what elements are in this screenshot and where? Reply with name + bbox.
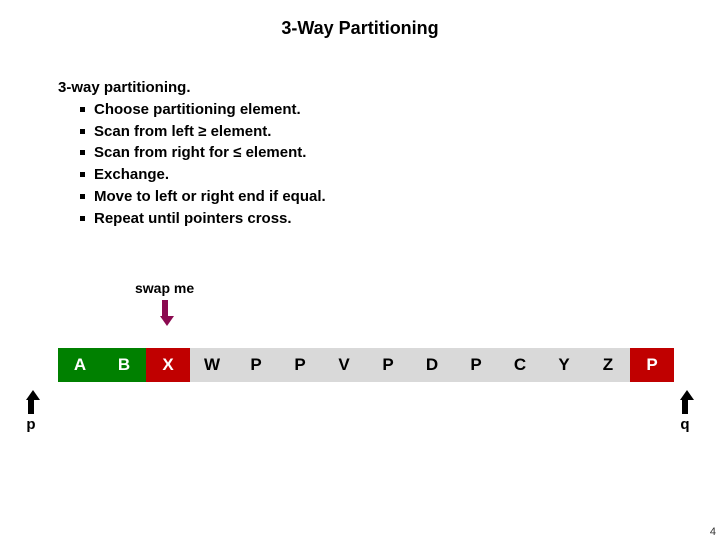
array-cell: A — [58, 348, 102, 382]
array-cell: B — [102, 348, 146, 382]
array-cell: V — [322, 348, 366, 382]
swap-annotation: swap me — [135, 280, 194, 326]
up-arrow-icon — [26, 390, 36, 414]
array-cell: Y — [542, 348, 586, 382]
array-cell: W — [190, 348, 234, 382]
section-heading: 3-way partitioning. — [58, 77, 720, 99]
swap-label: swap me — [135, 280, 194, 296]
array-cell: P — [630, 348, 674, 382]
bullet-item: Choose partitioning element. — [80, 99, 720, 121]
pointer-q: q — [680, 390, 690, 433]
array-row: ABXWPPVPDPCYZP — [58, 348, 674, 382]
pointer-p-label: p — [26, 416, 36, 433]
bullet-item: Move to left or right end if equal. — [80, 186, 720, 208]
page-title: 3-Way Partitioning — [0, 0, 720, 39]
array-cell: P — [454, 348, 498, 382]
bullet-item: Exchange. — [80, 164, 720, 186]
bullet-item: Scan from left ≥ element. — [80, 121, 720, 143]
up-arrow-icon — [680, 390, 690, 414]
array-cell: C — [498, 348, 542, 382]
pointer-q-label: q — [680, 416, 690, 433]
array-cell: P — [278, 348, 322, 382]
array-cell: Z — [586, 348, 630, 382]
array-cell: D — [410, 348, 454, 382]
array-cell: P — [366, 348, 410, 382]
array-cell: P — [234, 348, 278, 382]
bullet-list: Choose partitioning element. Scan from l… — [80, 99, 720, 230]
array-cell: X — [146, 348, 190, 382]
down-arrow-icon — [160, 300, 170, 326]
content-block: 3-way partitioning. Choose partitioning … — [58, 77, 720, 229]
bullet-item: Repeat until pointers cross. — [80, 208, 720, 230]
pointer-p: p — [26, 390, 36, 433]
page-number: 4 — [710, 526, 716, 538]
bullet-item: Scan from right for ≤ element. — [80, 142, 720, 164]
